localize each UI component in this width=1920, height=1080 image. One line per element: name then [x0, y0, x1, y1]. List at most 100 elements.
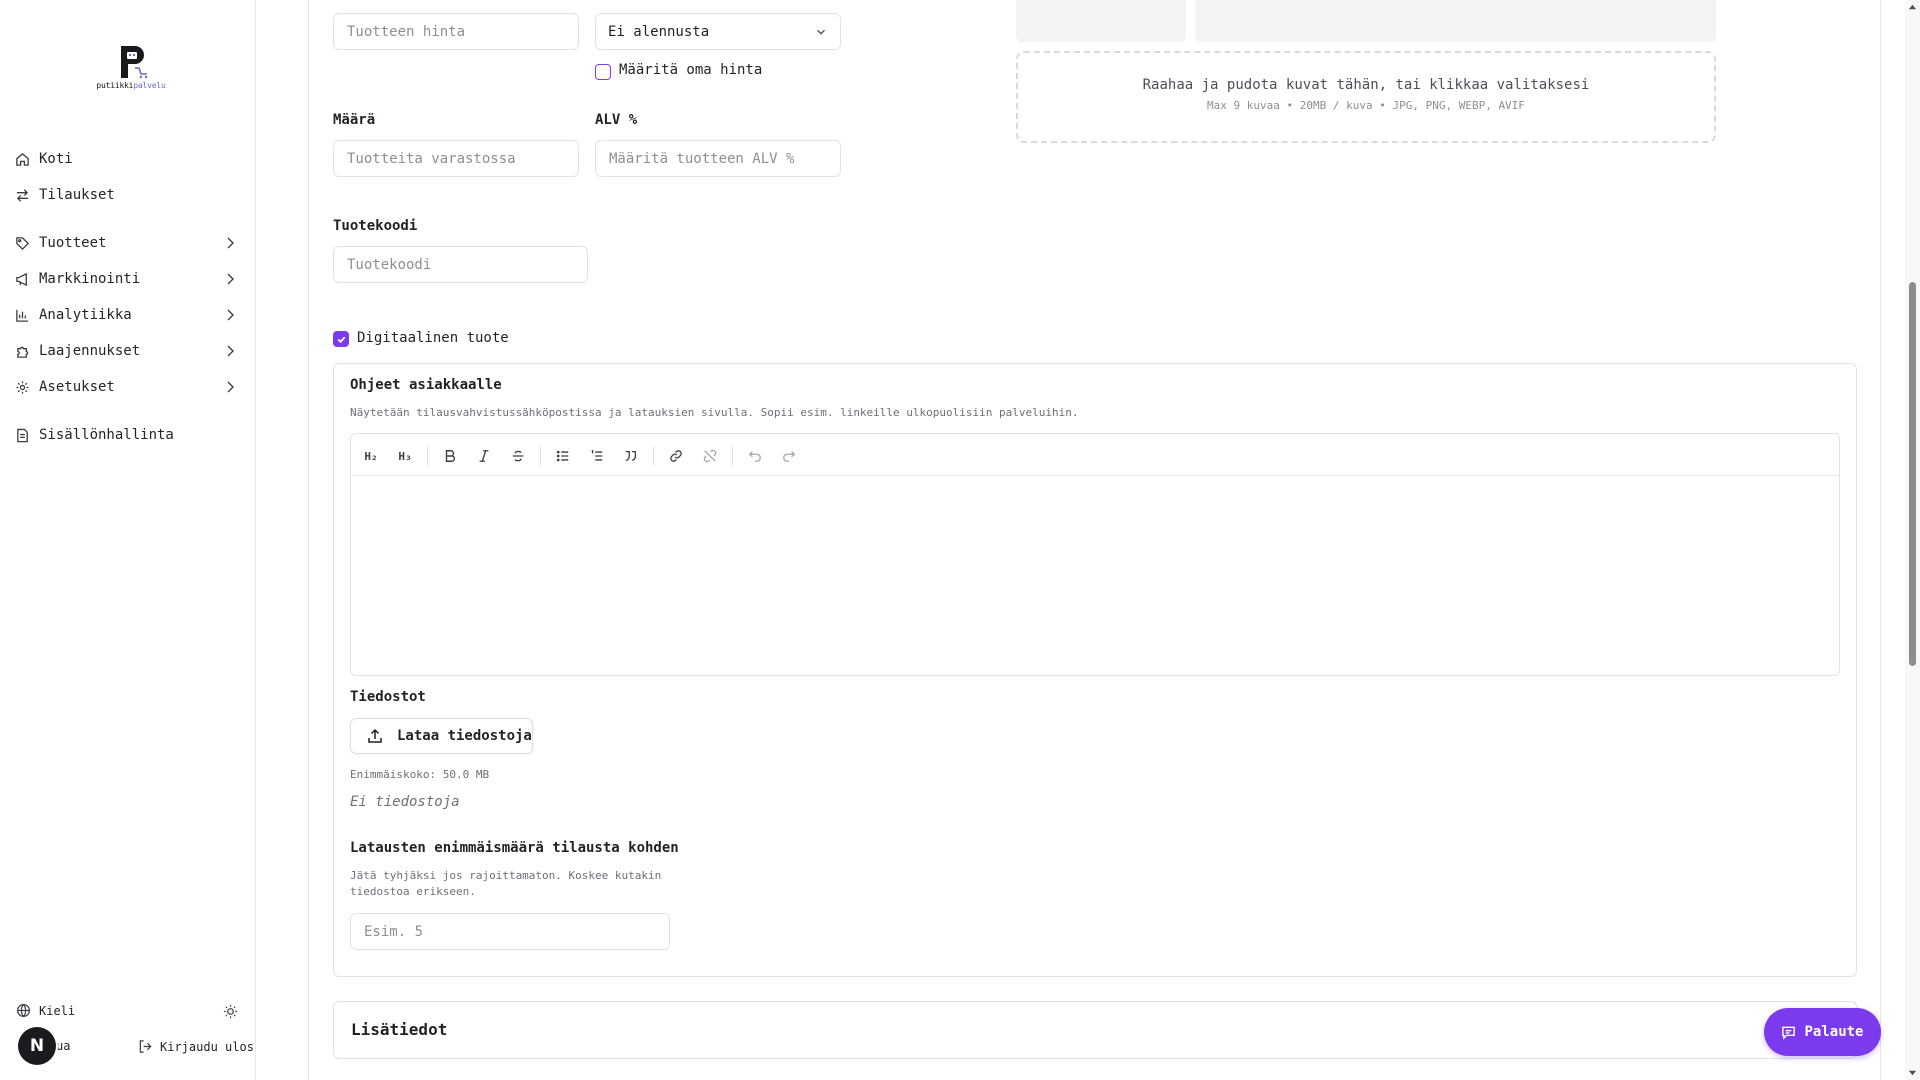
feedback-button[interactable]: Palaute [1764, 1008, 1881, 1056]
page-scrollbar[interactable] [1905, 0, 1920, 1080]
link-icon [670, 450, 682, 462]
bullet-list-button[interactable] [550, 443, 576, 469]
scrollbar-thumb[interactable] [1909, 282, 1916, 666]
upload-files-label: Lataa tiedostoja [397, 728, 532, 744]
undo-icon [748, 451, 761, 462]
avatar[interactable]: N [18, 1027, 56, 1065]
language-label: Kieli [39, 1003, 76, 1018]
upload-files-button[interactable]: Lataa tiedostoja [350, 718, 533, 754]
ordered-list-button[interactable] [584, 443, 610, 469]
bullet-list-icon [556, 450, 569, 462]
redo-button[interactable] [776, 443, 802, 469]
document-icon [14, 427, 30, 443]
sidebar-item-label: Tuotteet [39, 235, 107, 251]
scroll-down-arrow-icon[interactable] [1908, 1068, 1917, 1077]
sidebar-item-home[interactable]: Koti [14, 144, 242, 174]
logout-button[interactable]: Kirjaudu ulos [138, 1039, 254, 1054]
link-button[interactable] [663, 443, 689, 469]
sidebar-item-products[interactable]: Tuotteet [14, 228, 242, 258]
sidebar-item-label: Koti [39, 151, 73, 167]
price-input[interactable] [333, 13, 579, 50]
toolbar-divider [653, 446, 654, 466]
quantity-input[interactable] [333, 140, 579, 177]
download-limit-help: tiedostoa erikseen. [350, 885, 476, 898]
dropzone-hint: Max 9 kuvaa • 20MB / kuva • JPG, PNG, WE… [1207, 99, 1525, 112]
heading-2-icon: H₂ [364, 449, 378, 463]
chevron-right-icon [227, 381, 234, 393]
discount-select-value: Ei alennusta [608, 23, 710, 40]
unlink-button[interactable] [697, 443, 723, 469]
vat-label: ALV % [595, 112, 638, 128]
logo-text: putiikkipalvelu [96, 81, 166, 90]
language-switch[interactable]: Kieli [16, 1003, 75, 1018]
megaphone-icon [14, 271, 30, 287]
sidebar-item-label: Markkinointi [39, 271, 141, 287]
help-label: ua [56, 1039, 71, 1053]
image-dropzone[interactable]: Raahaa ja pudota kuvat tähän, tai klikka… [1016, 51, 1716, 143]
heading-2-button[interactable]: H₂ [358, 443, 384, 469]
digital-product-checkbox[interactable] [333, 331, 349, 347]
files-title: Tiedostot [350, 689, 426, 705]
sidebar-item-marketing[interactable]: Markkinointi [14, 264, 242, 294]
instructions-editor[interactable]: H₂ H₃ [350, 433, 1840, 676]
feedback-label: Palaute [1804, 1024, 1864, 1040]
sidebar-item-settings[interactable]: Asetukset [14, 372, 242, 402]
globe-icon [16, 1003, 31, 1018]
bold-button[interactable] [437, 443, 463, 469]
chat-icon [1782, 1026, 1796, 1040]
max-file-size: Enimmäiskoko: 50.0 MB [350, 768, 490, 781]
sku-label: Tuotekoodi [333, 218, 418, 234]
sku-input[interactable] [333, 246, 588, 283]
sun-icon[interactable] [223, 1004, 238, 1019]
bar-chart-icon [14, 307, 30, 323]
logout-icon [139, 1040, 152, 1053]
redo-icon [783, 451, 796, 462]
digital-product-label: Digitaalinen tuote [357, 330, 509, 346]
sidebar-item-label: Laajennukset [39, 343, 141, 359]
media-thumbnail[interactable] [1195, 0, 1716, 42]
chevron-down-icon [817, 29, 825, 35]
arrows-swap-icon [14, 187, 30, 203]
additional-info-title: Lisätiedot [351, 1020, 448, 1039]
check-icon [337, 336, 345, 343]
italic-button[interactable] [471, 443, 497, 469]
sidebar-item-orders[interactable]: Tilaukset [14, 180, 242, 210]
quantity-label: Määrä [333, 112, 376, 128]
bold-icon [445, 450, 456, 462]
media-thumbnail[interactable] [1016, 0, 1186, 42]
brand-logo[interactable]: putiikkipalvelu [96, 44, 166, 100]
strikethrough-icon [512, 450, 524, 462]
strikethrough-button[interactable] [505, 443, 531, 469]
gear-icon [14, 379, 30, 395]
chevron-right-icon [227, 345, 234, 357]
help-link[interactable]: ua [56, 1039, 70, 1053]
custom-price-label: Määritä oma hinta [619, 62, 763, 78]
scroll-up-arrow-icon[interactable] [1908, 3, 1917, 12]
sidebar: putiikkipalvelu Koti Tilaukset Tuotteet … [0, 0, 256, 1080]
puzzle-icon [14, 343, 30, 359]
chevron-right-icon [227, 309, 234, 321]
discount-select[interactable]: Ei alennusta [595, 13, 841, 50]
instructions-help: Näytetään tilausvahvistussähköpostissa j… [350, 406, 1079, 419]
sidebar-item-analytics[interactable]: Analytiikka [14, 300, 242, 330]
dropzone-text: Raahaa ja pudota kuvat tähän, tai klikka… [1142, 77, 1590, 93]
italic-icon [479, 450, 489, 462]
chevron-right-icon [227, 237, 234, 249]
unlink-icon [703, 449, 717, 463]
tag-icon [14, 235, 30, 251]
quote-button[interactable] [618, 443, 644, 469]
sidebar-item-extensions[interactable]: Laajennukset [14, 336, 242, 366]
upload-icon [368, 728, 382, 743]
sidebar-item-label: Analytiikka [39, 307, 132, 323]
additional-info-section[interactable]: Lisätiedot [333, 1001, 1857, 1059]
download-limit-title: Latausten enimmäismäärä tilausta kohden [350, 840, 679, 856]
custom-price-checkbox[interactable] [595, 64, 611, 80]
undo-button[interactable] [742, 443, 768, 469]
heading-3-button[interactable]: H₃ [392, 443, 418, 469]
vat-input[interactable] [595, 140, 841, 177]
cart-logo-icon [121, 46, 148, 79]
download-limit-input[interactable] [350, 913, 670, 950]
sidebar-item-content[interactable]: Sisällönhallinta [14, 420, 242, 450]
editor-toolbar: H₂ H₃ [351, 434, 1839, 476]
quote-icon [625, 450, 637, 462]
